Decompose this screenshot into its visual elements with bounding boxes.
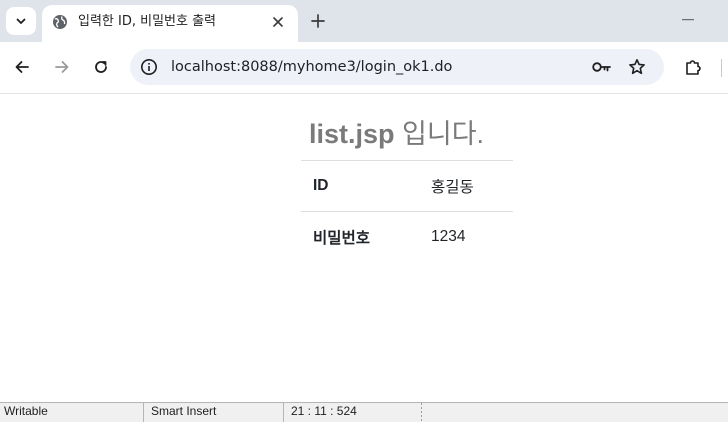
url-text[interactable]: localhost:8088/myhome3/login_ok1.do — [171, 58, 452, 76]
arrow-right-icon — [55, 61, 69, 73]
page-title-filename: list.jsp — [309, 119, 395, 149]
table-row: ID 홍길동 — [301, 160, 513, 212]
tab-close-button[interactable] — [268, 12, 288, 32]
tab-title: 입력한 ID, 비밀번호 출력 — [78, 14, 217, 29]
toolbar-divider — [721, 59, 722, 77]
status-cursor-position: 21 : 11 : 524 — [291, 404, 357, 418]
bookmark-button[interactable] — [627, 57, 647, 77]
info-icon[interactable] — [140, 58, 158, 76]
minimize-button[interactable] — [676, 10, 700, 30]
tab-active[interactable]: 입력한 ID, 비밀번호 출력 — [42, 5, 298, 42]
browser-toolbar: localhost:8088/myhome3/login_ok1.do — [0, 42, 728, 94]
reload-button[interactable] — [90, 56, 112, 78]
key-icon — [592, 62, 611, 72]
plus-icon — [311, 14, 325, 28]
id-label: ID — [301, 160, 419, 212]
page-content: list.jsp 입니다. ID 홍길동 비밀번호 1234 — [0, 94, 728, 402]
status-separator — [421, 403, 422, 422]
tab-strip: 입력한 ID, 비밀번호 출력 — [0, 0, 728, 42]
password-key-button[interactable] — [592, 57, 612, 77]
page-title-suffix: 입니다. — [394, 119, 485, 149]
password-value: 1234 — [419, 211, 513, 263]
page-title: list.jsp 입니다. — [309, 116, 484, 152]
arrow-left-icon — [15, 61, 29, 73]
reload-icon — [95, 61, 107, 73]
extensions-button[interactable] — [682, 56, 704, 78]
forward-button[interactable] — [51, 56, 73, 78]
editor-status-bar: Writable Smart Insert 21 : 11 : 524 — [0, 402, 728, 422]
new-tab-button[interactable] — [306, 9, 330, 33]
status-writable: Writable — [4, 404, 48, 418]
status-separator — [283, 403, 284, 422]
id-value: 홍길동 — [419, 160, 513, 212]
tab-search-button[interactable] — [6, 7, 36, 35]
star-icon — [629, 59, 645, 75]
address-bar[interactable]: localhost:8088/myhome3/login_ok1.do — [130, 49, 664, 85]
status-insert-mode: Smart Insert — [151, 404, 217, 418]
globe-icon — [53, 15, 67, 29]
close-icon — [273, 17, 283, 27]
puzzle-icon — [686, 60, 701, 75]
credentials-table: ID 홍길동 비밀번호 1234 — [301, 160, 513, 263]
minimize-icon — [682, 19, 694, 21]
back-button[interactable] — [11, 56, 33, 78]
table-row: 비밀번호 1234 — [301, 211, 513, 263]
password-label: 비밀번호 — [301, 211, 419, 263]
chevron-down-icon — [16, 18, 26, 24]
status-separator — [143, 403, 144, 422]
